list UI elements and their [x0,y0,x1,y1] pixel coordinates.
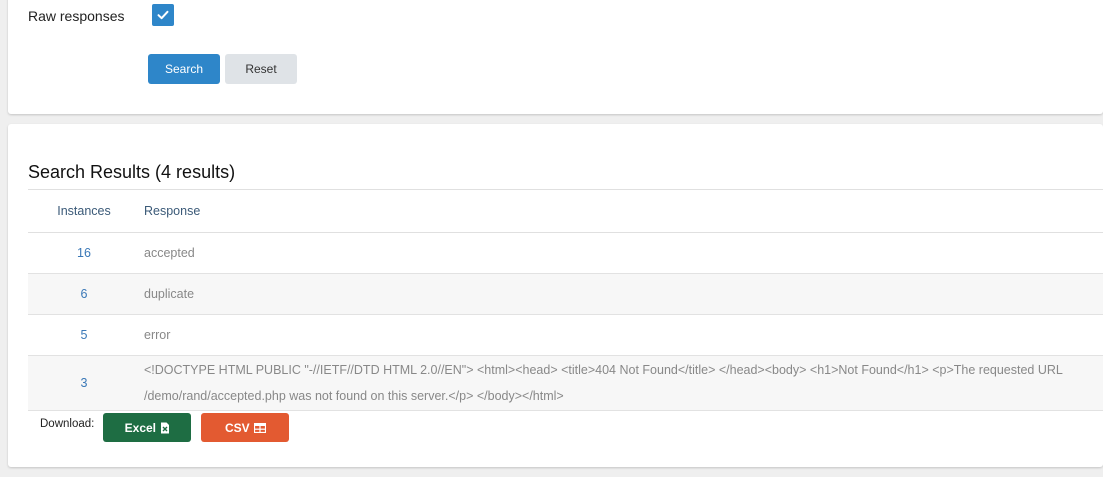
results-table-container: Instances Response 16 accepted 6 duplica… [28,189,1103,411]
download-label: Download: [40,417,95,430]
column-header-instances[interactable]: Instances [28,189,144,233]
table-grid-icon [253,422,266,433]
results-title: Search Results (4 results) [28,162,236,182]
instances-cell: 16 [28,232,144,274]
excel-button-label: Excel [124,420,157,435]
raw-responses-label: Raw responses [28,8,125,24]
table-row: 5 error [28,314,1103,356]
excel-file-icon [161,422,170,433]
excel-download-button[interactable]: Excel [103,413,192,442]
checkmark-icon [157,10,169,20]
response-cell: duplicate [144,273,1103,315]
search-button[interactable]: Search [148,54,220,84]
instances-cell: 5 [28,314,144,356]
instances-cell: 6 [28,273,144,315]
reset-button[interactable]: Reset [225,54,297,84]
csv-download-button[interactable]: CSV [201,413,290,442]
download-bar: Download: Excel CSV [28,413,290,442]
table-row: 3 <!DOCTYPE HTML PUBLIC "-//IETF//DTD HT… [28,355,1103,411]
response-cell: accepted [144,232,1103,274]
filter-panel: Raw responses Search Reset [8,0,1103,114]
csv-button-label: CSV [225,420,250,435]
response-cell: <!DOCTYPE HTML PUBLIC "-//IETF//DTD HTML… [144,355,1103,411]
table-header-row: Instances Response [28,189,1103,233]
results-table: Instances Response 16 accepted 6 duplica… [28,189,1103,411]
response-cell: error [144,314,1103,356]
table-row: 6 duplicate [28,273,1103,315]
raw-responses-checkbox[interactable] [152,4,174,26]
results-panel: Search Results (4 results) Instances Res… [8,124,1103,467]
table-row: 16 accepted [28,232,1103,274]
column-header-response[interactable]: Response [144,189,1103,233]
instances-cell: 3 [28,355,144,411]
